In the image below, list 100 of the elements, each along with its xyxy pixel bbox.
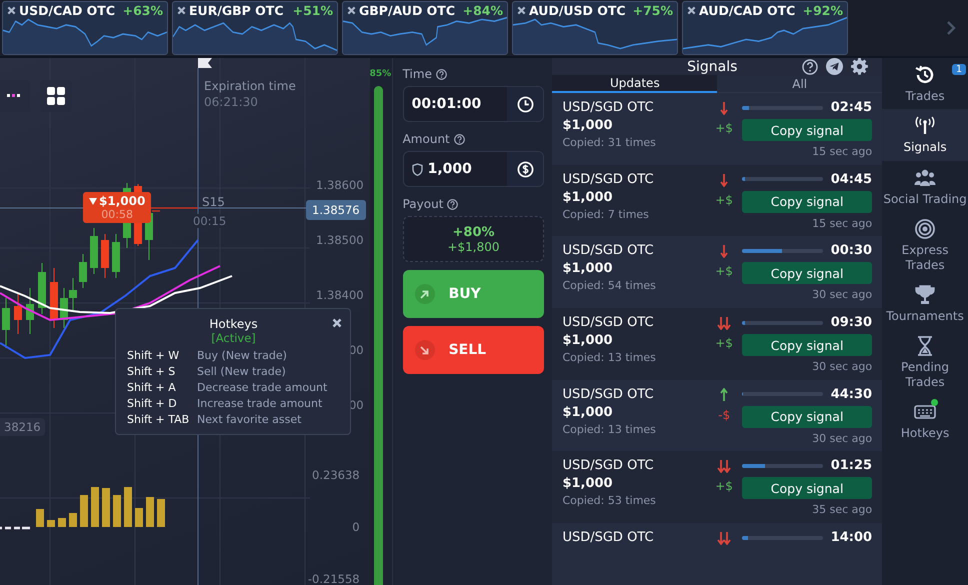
time-left: 09:30 [830,315,872,330]
asset-name: AUD/CAD OTC [699,3,796,18]
shortcut-keys: Shift + W [127,349,197,362]
histogram-bar [102,488,110,527]
sell-button[interactable]: SELL [402,326,544,374]
indicator-axis-label: 0.23638 [312,468,360,482]
close-icon[interactable] [347,6,356,15]
sidebar-label: Hotkeys [900,426,950,441]
settings-icon[interactable] [851,58,868,75]
arrow-up-right-icon [420,290,430,298]
copy-signal-button[interactable]: Copy signal [742,406,872,428]
paper-plane-icon[interactable] [826,58,844,75]
time-left: 14:00 [830,530,872,546]
sidebar-item[interactable]: Signals [882,109,968,161]
price-axis-label: 1.38500 [316,233,364,247]
shortcut-action: Buy (New trade) [197,349,288,362]
sidebar-label: Signals [903,140,947,155]
close-icon[interactable] [7,6,16,15]
payout-percent: +92% [802,3,843,18]
histogram-bar [91,487,99,527]
copy-signal-button[interactable]: Copy signal [742,262,872,284]
timeframe-label: S15 [202,195,225,209]
histogram-bar [124,487,132,527]
shortcut-keys: Shift + A [127,381,197,394]
sidebar-label: Trades [905,89,945,104]
help-icon[interactable] [436,68,447,80]
close-icon[interactable] [687,6,696,15]
payout-percent: +84% [462,3,503,18]
order-timer: 00:58 [100,208,134,221]
profit-sign: -$ [718,408,730,422]
asset-name: USD/CAD OTC [19,3,116,18]
sidebar-label: Social Trading [883,192,967,206]
time-field[interactable]: 00:01:00 [402,86,544,122]
close-icon[interactable] [177,6,186,15]
order-badge[interactable]: $1,000 00:58 [83,192,152,223]
histogram-bar [80,495,88,527]
time-ago: 30 sec ago [811,360,872,374]
asset-card[interactable]: USD/CAD OTC +63% [2,1,168,55]
candle [26,288,34,334]
time-ago: 15 sec ago [811,145,872,158]
sidebar-item[interactable]: Trades 1 [882,58,968,110]
sidebar-item[interactable]: Tournaments [882,278,968,330]
histogram-bar [135,508,143,527]
histogram-bar [157,499,165,527]
time-left: 04:45 [830,172,872,187]
copy-signal-button[interactable]: Copy signal [742,334,872,356]
asset-card[interactable]: AUD/CAD OTC +92% [682,1,848,55]
candle [90,228,98,274]
double-down-arrow-icon [717,459,732,474]
profit-sign: +$ [715,479,733,494]
field-label: Amount [402,132,450,146]
copy-signal-button[interactable]: Copy signal [742,119,872,141]
time-ago: 15 sec ago [811,216,872,230]
sidebar-label: Tournaments [886,308,964,324]
shortcut-action: Increase trade amount [197,397,324,410]
profit-sign: +$ [715,192,733,207]
copy-signal-button[interactable]: Copy signal [742,190,872,213]
payout-percent: +80% [452,224,495,240]
help-icon[interactable] [802,58,818,74]
close-icon[interactable] [517,6,526,15]
sidebar-item[interactable]: Hotkeys [882,395,968,447]
histogram-bar [113,495,121,527]
clock-icon[interactable] [516,96,534,112]
asset-card[interactable]: GBP/AUD OTC +84% [342,1,508,55]
candle [38,262,46,314]
close-icon[interactable] [332,318,342,328]
help-icon[interactable] [454,134,465,144]
asset-card[interactable]: EUR/GBP OTC +51% [172,1,338,55]
shield-icon [412,162,423,176]
signals-tab[interactable]: All [717,75,882,93]
sidebar-item[interactable]: Pending Trades [882,329,968,396]
expiration-label: Expiration time [204,79,296,93]
help-icon[interactable] [447,198,458,210]
histogram-dashes [0,526,32,530]
copied-count: Copied: 7 times [562,208,650,221]
up-arrow-icon [720,388,728,402]
dollar-icon[interactable] [516,160,534,178]
field-label: Payout [402,197,444,211]
current-price-badge: 1.38576 [306,200,366,220]
asset-name: EUR/GBP OTC [189,3,285,18]
candle [101,234,109,278]
copy-signal-button[interactable]: Copy signal [742,477,872,500]
histogram-bar [146,497,154,527]
asset-card[interactable]: AUD/USD OTC +75% [512,1,678,55]
payout-percent: +63% [122,3,163,18]
indicator-axis-label: -0.21558 [308,572,360,585]
candle [79,254,87,288]
sidebar-item[interactable]: Social Trading [882,160,968,212]
sidebar-item[interactable]: Express Trades [882,212,968,278]
signals-tab[interactable]: Updates [552,75,718,93]
amount-field[interactable]: 1,000 [402,151,544,187]
price-label: 38216 [0,418,45,436]
down-arrow-icon [720,101,728,115]
down-triangle-icon [89,198,97,204]
time-ago: 30 sec ago [811,432,872,445]
signal-amount: $1,000 [562,261,614,276]
signal-amount: $1,000 [562,118,614,133]
asset-name: GBP/AUD OTC [359,3,456,18]
candle [2,298,10,348]
popup-title: Hotkeys [209,317,258,331]
